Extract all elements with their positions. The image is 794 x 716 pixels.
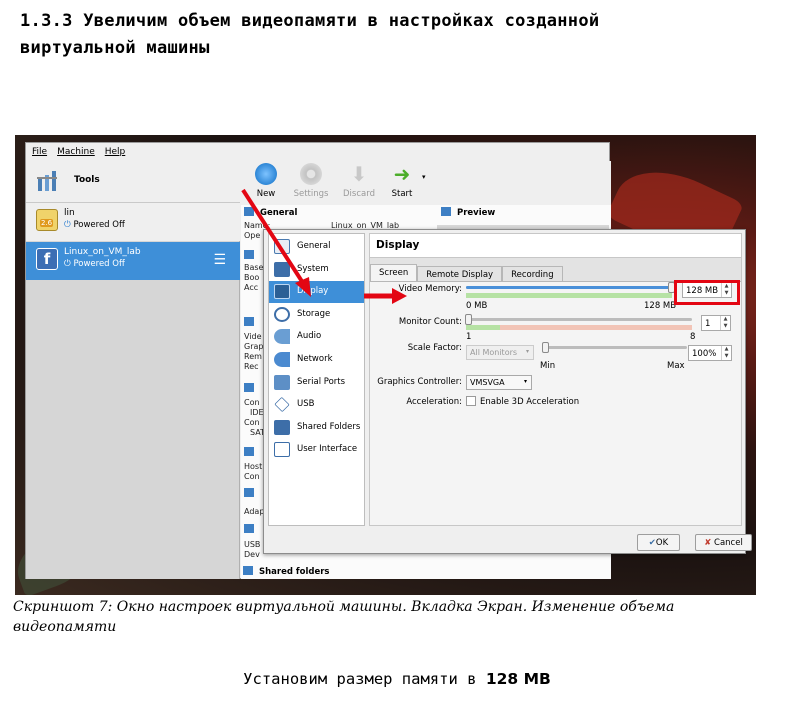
screenshot: File Machine Help Tools 2.6 lin ⏻ Powere… [15, 135, 756, 595]
arrow-to-display-line [241, 188, 305, 285]
arrow-to-display-head [295, 277, 311, 297]
figure-caption: Скриншот 7: Окно настроек виртуальной ма… [13, 599, 675, 635]
arrow-to-video-memory-head [392, 288, 407, 304]
section-heading: 1.3.3 Увеличим объем видеопамяти в настр… [20, 8, 760, 62]
annotation-arrows [241, 188, 407, 304]
heading-line-2: виртуальной машины [20, 38, 210, 58]
bottom-instruction: Установим размер памяти в 128 MB [0, 670, 794, 688]
heading-line-1: 1.3.3 Увеличим объем видеопамяти в настр… [20, 11, 600, 31]
instruction-value: 128 MB [485, 670, 551, 688]
instruction-text: Установим размер памяти в [243, 670, 477, 688]
